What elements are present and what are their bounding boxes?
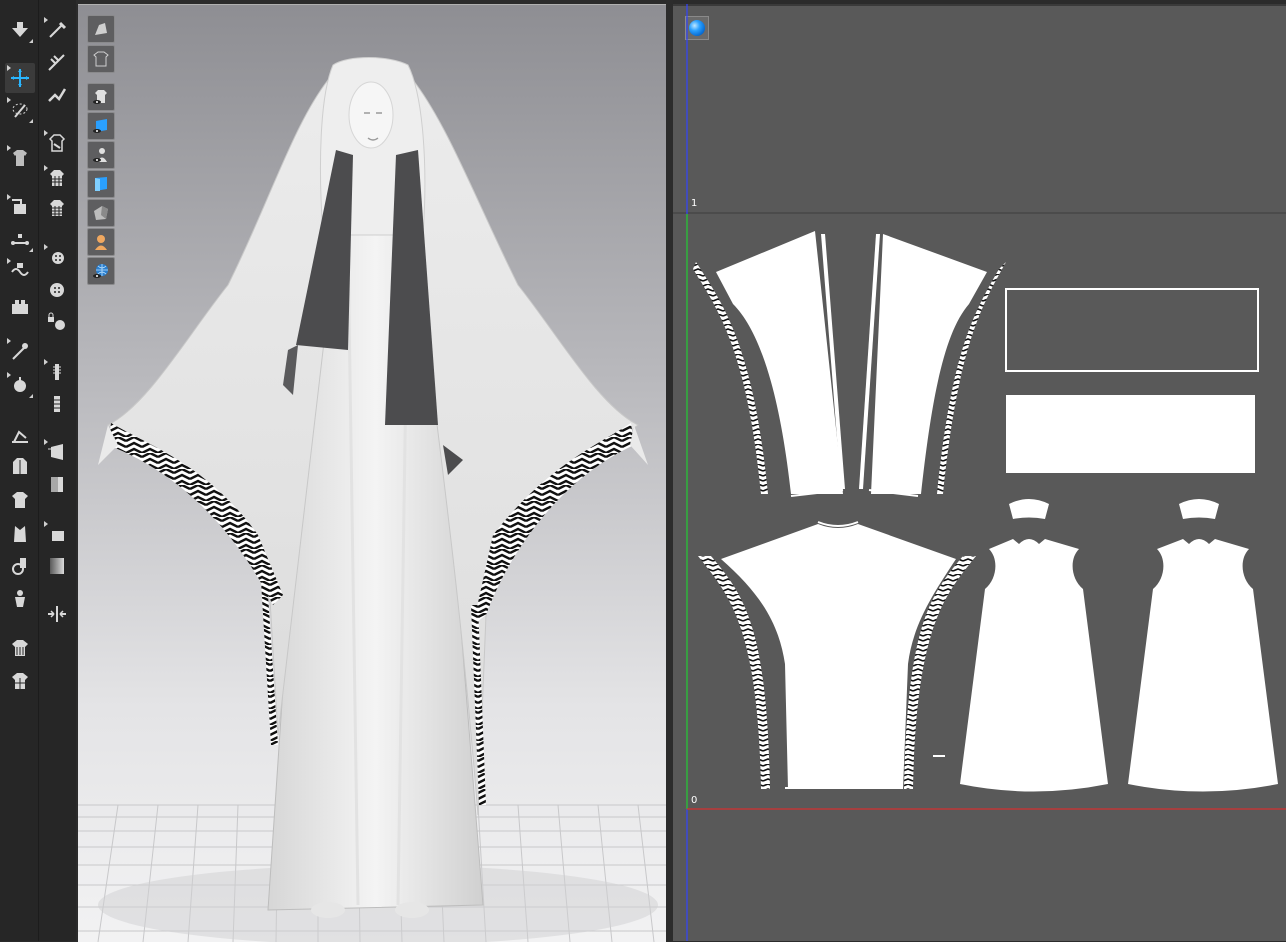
gradient-icon[interactable] [42, 519, 72, 549]
3d-garment-scene [78, 57, 666, 942]
gradient-fill-icon[interactable] [42, 551, 72, 581]
hang-icon[interactable] [5, 551, 35, 581]
figure-icon[interactable] [5, 584, 35, 614]
pattern-piece-collar-left [1009, 499, 1049, 519]
needle-icon[interactable] [42, 47, 72, 77]
left-toolbar [0, 0, 76, 941]
texture-fill-icon[interactable] [42, 469, 72, 499]
pattern-piece-collar-right [1179, 499, 1219, 519]
pane-divider[interactable] [666, 0, 673, 941]
texture-icon[interactable] [42, 437, 72, 467]
fold-arrange-icon[interactable] [5, 192, 35, 222]
edit-point-icon[interactable] [42, 15, 72, 45]
skin-display-icon[interactable] [87, 228, 115, 256]
garment-wireframe-icon[interactable] [87, 45, 115, 73]
steam-icon[interactable] [42, 80, 72, 110]
pattern-piece-hood-outline [1005, 288, 1259, 372]
fitting-icon[interactable] [5, 370, 35, 400]
shirt-stripe-icon[interactable] [5, 633, 35, 663]
measure-icon[interactable] [5, 224, 35, 254]
tack-icon[interactable] [5, 292, 35, 322]
texture-eye-icon[interactable] [87, 112, 115, 140]
axis-label-bottom: 0 [691, 795, 698, 806]
fabric-display-icon[interactable] [87, 170, 115, 198]
shirt-sew-icon[interactable] [42, 128, 72, 158]
avatar-point-icon[interactable] [5, 420, 35, 450]
button-hole-icon[interactable] [42, 275, 72, 305]
avatar-eye-icon[interactable] [87, 141, 115, 169]
vest-icon[interactable] [5, 519, 35, 549]
lasso-select-icon[interactable] [5, 95, 35, 125]
pattern-piece-hood-panel [1006, 395, 1255, 473]
garment-display-icon[interactable] [5, 143, 35, 173]
lock-button-icon[interactable] [42, 307, 72, 337]
pattern-piece-front-left [960, 539, 1108, 792]
shading-icon[interactable] [87, 199, 115, 227]
zipper-pull-icon[interactable] [42, 389, 72, 419]
shirt-grid-small-icon[interactable] [42, 163, 72, 193]
toolbar-column-separator [38, 0, 39, 941]
shirt-icon[interactable] [5, 485, 35, 515]
shirt-grid-icon[interactable] [5, 666, 35, 696]
button-icon[interactable] [42, 242, 72, 272]
pin-icon[interactable] [5, 336, 35, 366]
jacket-icon[interactable] [5, 451, 35, 481]
transform-move-icon[interactable] [5, 63, 35, 93]
pattern-piece-sleeve-right [871, 234, 987, 494]
zipper-icon[interactable] [42, 357, 72, 387]
merge-icon[interactable] [42, 599, 72, 629]
down-arrow-icon[interactable] [5, 15, 35, 45]
axis-label-top: 1 [691, 198, 698, 209]
viewport-3d[interactable] [78, 4, 666, 942]
pattern-window-2d[interactable]: 1 0 [673, 4, 1286, 941]
garment-eye-icon[interactable] [87, 83, 115, 111]
shirt-check-icon[interactable] [42, 193, 72, 223]
environment-eye-icon[interactable] [87, 257, 115, 285]
pattern-canvas [673, 4, 1286, 941]
avatar-display-icon[interactable] [87, 15, 115, 43]
pattern-piece-front-right [1128, 539, 1278, 792]
wrap-icon[interactable] [5, 256, 35, 286]
